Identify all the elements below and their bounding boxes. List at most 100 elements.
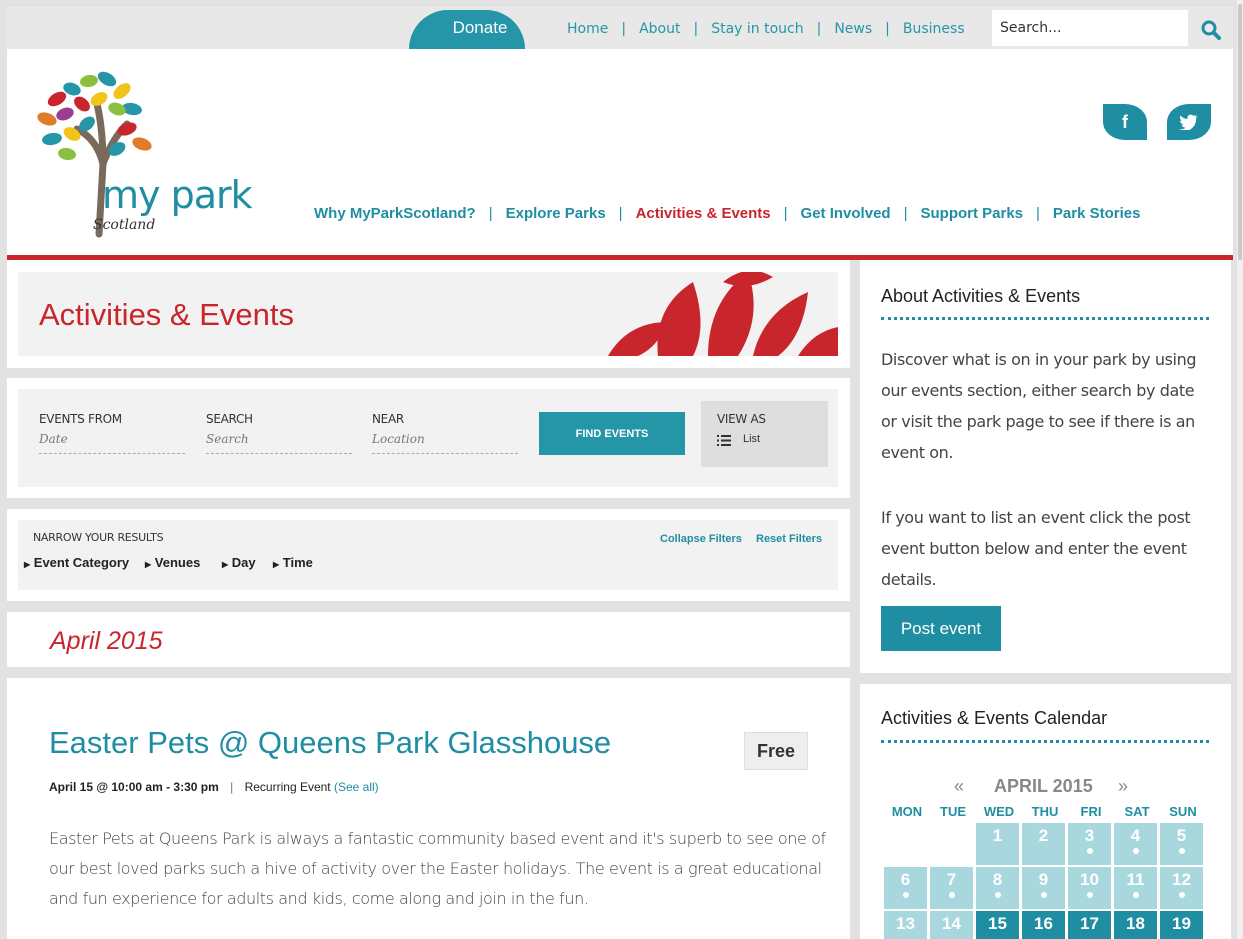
top-nav: Home | About | Stay in touch | News | Busine… [567, 21, 965, 37]
find-events-button[interactable]: FIND EVENTS [539, 412, 685, 455]
top-nav-news[interactable]: News [834, 21, 872, 37]
search-icon[interactable] [1200, 19, 1222, 41]
event-date: April 15 @ 10:00 am - 3:30 pm [49, 780, 219, 794]
nav-park-stories[interactable]: Park Stories [1053, 205, 1141, 222]
calendar-day[interactable]: 13 [884, 911, 927, 939]
caret-right-icon: ▶ [273, 560, 280, 569]
twitter-icon[interactable] [1167, 104, 1211, 140]
reset-filters-link[interactable]: Reset Filters [756, 533, 822, 545]
see-all-link[interactable]: (See all) [334, 780, 379, 794]
nav-activities-events[interactable]: Activities & Events [636, 205, 771, 222]
heading-underline [881, 740, 1209, 743]
event-dot-icon [1086, 892, 1093, 898]
main-nav: Why MyParkScotland? | Explore Parks | Acti… [314, 205, 1141, 222]
facebook-icon[interactable]: f [1103, 104, 1147, 140]
calendar-day[interactable]: 7 [930, 867, 973, 909]
nav-why-myparkscotland[interactable]: Why MyParkScotland? [314, 205, 476, 222]
site-header: my park Scotland f Why MyParkScotland? | … [7, 49, 1233, 255]
event-dot-icon [1086, 848, 1093, 854]
calendar-day[interactable]: 16 [1022, 911, 1065, 939]
calendar-day[interactable]: 14 [930, 911, 973, 939]
event-dot-icon [902, 892, 909, 898]
weekday-label: FRI [1080, 804, 1102, 819]
nav-get-involved[interactable]: Get Involved [801, 205, 891, 222]
event-dot-icon [948, 892, 955, 898]
event-description: Easter Pets at Queens Park is always a f… [49, 829, 826, 908]
heading-underline [881, 317, 1209, 320]
caret-right-icon: ▶ [222, 560, 229, 569]
page-title: Activities & Events [39, 297, 294, 332]
calendar-prev-button[interactable]: « [954, 776, 964, 797]
filter-day[interactable]: ▶ Day [222, 555, 256, 570]
search-input[interactable] [992, 10, 1188, 46]
top-nav-stay-in-touch[interactable]: Stay in touch [711, 21, 803, 37]
event-dot-icon [1132, 892, 1139, 898]
location-field[interactable]: Location [372, 432, 518, 454]
event-title-link[interactable]: Easter Pets @ Queens Park Glasshouse [49, 725, 611, 761]
calendar-day[interactable]: 10 [1068, 867, 1111, 909]
top-nav-home[interactable]: Home [567, 21, 608, 37]
nav-explore-parks[interactable]: Explore Parks [506, 205, 606, 222]
nav-support-parks[interactable]: Support Parks [920, 205, 1023, 222]
event-dot-icon [1178, 892, 1185, 898]
calendar-day[interactable]: 15 [976, 911, 1019, 939]
about-heading: About Activities & Events [881, 286, 1081, 306]
post-event-button[interactable]: Post event [881, 606, 1001, 651]
events-from-label: EVENTS FROM [39, 412, 122, 426]
calendar-month-label: APRIL 2015 [994, 776, 1093, 796]
filter-event-category[interactable]: ▶ Event Category [24, 555, 129, 570]
calendar-weekdays: MON TUE WED THU FRI SAT SUN [884, 804, 1208, 819]
logo-wordmark: my park [102, 173, 253, 217]
search-label: SEARCH [206, 412, 253, 426]
view-as-selector[interactable] [701, 401, 828, 467]
calendar-day[interactable]: 2 [1022, 823, 1065, 865]
logo-subtitle: Scotland [93, 217, 156, 233]
recurring-label: Recurring Event [244, 780, 331, 794]
leaf-decoration-icon [608, 272, 838, 356]
event-dot-icon [1040, 892, 1047, 898]
weekday-label: TUE [940, 804, 966, 819]
narrow-results-label: NARROW YOUR RESULTS [33, 531, 164, 544]
price-badge: Free [744, 732, 808, 770]
weekday-label: SAT [1124, 804, 1150, 819]
event-dot-icon [1178, 848, 1185, 854]
top-nav-about[interactable]: About [639, 21, 680, 37]
weekday-label: WED [983, 804, 1015, 819]
top-nav-business[interactable]: Business [903, 21, 965, 37]
calendar-heading: Activities & Events Calendar [881, 708, 1108, 728]
calendar-day[interactable]: 11 [1114, 867, 1157, 909]
top-bar: Donate Home | About | Stay in touch | News |… [7, 7, 1233, 49]
caret-right-icon: ▶ [145, 560, 152, 569]
event-dot-icon [994, 892, 1001, 898]
events-from-field[interactable]: Date [39, 432, 185, 454]
view-as-value: List [743, 433, 761, 445]
filter-time[interactable]: ▶ Time [273, 555, 313, 570]
view-as-label: VIEW AS [717, 412, 766, 426]
calendar-day[interactable]: 5 [1160, 823, 1203, 865]
calendar-day[interactable]: 3 [1068, 823, 1111, 865]
about-paragraph-1: Discover what is on in your park by usin… [881, 350, 1197, 462]
calendar-day[interactable]: 19 [1160, 911, 1203, 939]
donate-button[interactable]: Donate [409, 10, 525, 49]
calendar-day[interactable]: 18 [1114, 911, 1157, 939]
event-dot-icon [1132, 848, 1139, 854]
calendar-day[interactable]: 9 [1022, 867, 1065, 909]
weekday-label: THU [1031, 804, 1059, 819]
list-icon [717, 435, 731, 446]
calendar-day[interactable]: 6 [884, 867, 927, 909]
calendar-day[interactable]: 4 [1114, 823, 1157, 865]
weekday-label: SUN [1169, 804, 1197, 819]
keyword-search-field[interactable]: Search [206, 432, 352, 454]
calendar-day[interactable]: 8 [976, 867, 1019, 909]
weekday-label: MON [891, 804, 923, 819]
filter-venues[interactable]: ▶ Venues [145, 555, 200, 570]
calendar-day[interactable]: 1 [976, 823, 1019, 865]
collapse-filters-link[interactable]: Collapse Filters [660, 533, 742, 545]
calendar-next-button[interactable]: » [1118, 776, 1128, 797]
event-meta: April 15 @ 10:00 am - 3:30 pm | Recurrin… [49, 780, 379, 794]
calendar-day[interactable]: 17 [1068, 911, 1111, 939]
caret-right-icon: ▶ [24, 560, 31, 569]
scrollbar-thumb[interactable] [1238, 4, 1242, 260]
calendar-day[interactable]: 12 [1160, 867, 1203, 909]
near-label: NEAR [372, 412, 404, 426]
